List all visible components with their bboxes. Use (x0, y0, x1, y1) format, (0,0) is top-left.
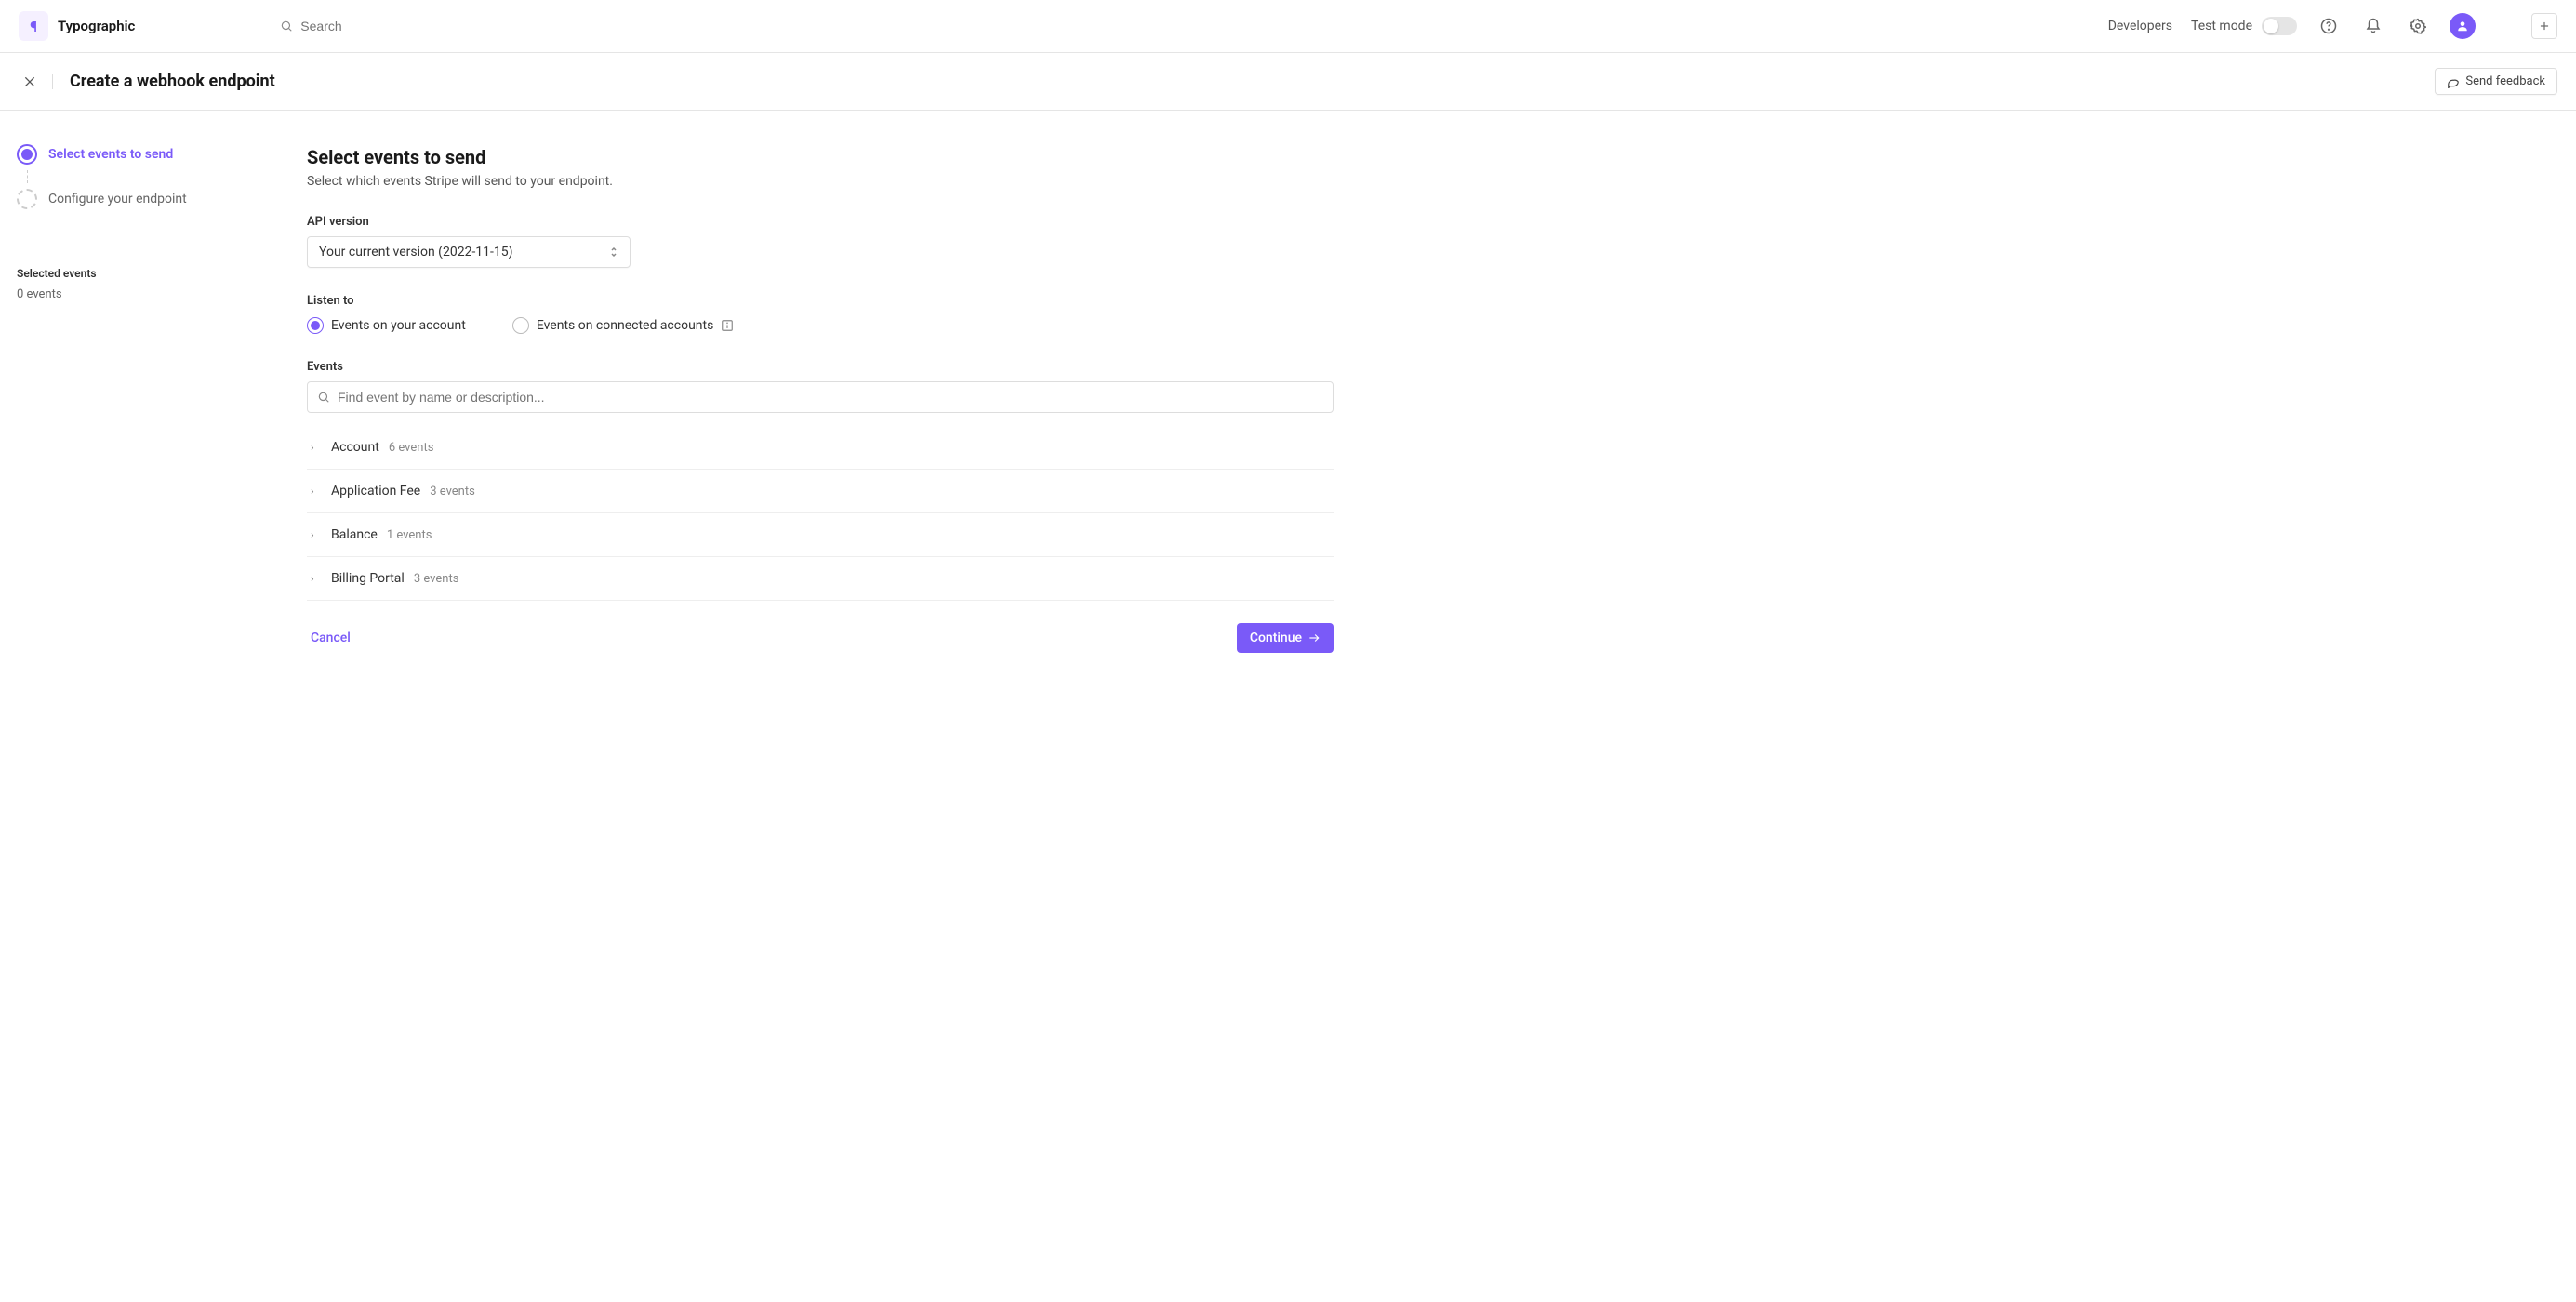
chat-icon (2447, 75, 2460, 88)
search-icon (317, 391, 330, 404)
test-mode-label: Test mode (2191, 19, 2252, 33)
api-version-label: API version (307, 215, 1334, 229)
radio-events-on-connected[interactable]: Events on connected accounts (512, 317, 735, 334)
event-group-name: Account (331, 440, 379, 455)
brand[interactable]: ¶ Typographic (19, 11, 135, 41)
brand-logo-icon: ¶ (19, 11, 48, 41)
close-button[interactable] (19, 74, 53, 89)
event-group-list: › Account 6 events › Application Fee 3 e… (307, 426, 1334, 601)
event-group-name: Billing Portal (331, 571, 405, 586)
continue-label: Continue (1250, 631, 1302, 645)
feedback-label: Send feedback (2465, 74, 2545, 88)
sub-header: Create a webhook endpoint Send feedback (0, 53, 2576, 111)
search-icon (280, 20, 293, 33)
developers-link[interactable]: Developers (2108, 19, 2172, 33)
radio-events-on-account[interactable]: Events on your account (307, 317, 466, 334)
event-group-row[interactable]: › Application Fee 3 events (307, 470, 1334, 513)
radio-label: Events on connected accounts (537, 318, 714, 333)
toggle-switch[interactable] (2262, 17, 2297, 35)
close-icon (22, 74, 37, 89)
step-indicator-pending-icon (17, 189, 37, 209)
step-configure-endpoint[interactable]: Configure your endpoint (17, 183, 273, 215)
brand-name: Typographic (58, 18, 135, 34)
chevron-updown-icon (609, 246, 618, 259)
chevron-right-icon: › (311, 441, 322, 454)
sidebar: Select events to send Configure your end… (0, 111, 290, 681)
chevron-right-icon: › (311, 485, 322, 498)
gear-icon (2410, 18, 2426, 34)
section-title: Select events to send (307, 146, 1334, 168)
api-version-value: Your current version (2022-11-15) (319, 245, 513, 259)
settings-button[interactable] (2405, 13, 2431, 39)
selected-events-count: 0 events (17, 287, 273, 301)
main-layout: Select events to send Configure your end… (0, 111, 2576, 681)
search-input[interactable] (300, 19, 469, 33)
events-search-input[interactable] (338, 390, 1323, 405)
chevron-right-icon: › (311, 528, 322, 541)
info-icon[interactable] (721, 319, 734, 332)
step-label: Configure your endpoint (48, 192, 187, 206)
form-footer: Cancel Continue (307, 623, 1334, 653)
listen-to-radio-group: Events on your account Events on connect… (307, 317, 1334, 334)
event-group-count: 3 events (430, 485, 475, 498)
listen-to-label: Listen to (307, 294, 1334, 308)
radio-unchecked-icon (512, 317, 529, 334)
step-indicator-active-icon (17, 144, 37, 165)
event-group-count: 6 events (389, 441, 434, 455)
events-label: Events (307, 360, 1334, 374)
selected-events-heading: Selected events (17, 267, 273, 280)
page-title: Create a webhook endpoint (70, 72, 275, 91)
section-subtitle: Select which events Stripe will send to … (307, 174, 1334, 189)
event-group-row[interactable]: › Billing Portal 3 events (307, 557, 1334, 601)
global-search[interactable] (280, 19, 2092, 33)
events-search[interactable] (307, 381, 1334, 413)
help-icon (2320, 18, 2337, 34)
event-group-name: Application Fee (331, 484, 420, 498)
test-mode-toggle[interactable]: Test mode (2191, 17, 2297, 35)
radio-label: Events on your account (331, 318, 466, 333)
continue-button[interactable]: Continue (1237, 623, 1334, 653)
person-icon (2456, 20, 2469, 33)
arrow-right-icon (1308, 631, 1321, 644)
content: Select events to send Select which event… (290, 111, 1350, 681)
help-button[interactable] (2316, 13, 2342, 39)
cancel-button[interactable]: Cancel (307, 623, 354, 653)
user-avatar[interactable] (2450, 13, 2476, 39)
radio-checked-icon (307, 317, 324, 334)
chevron-right-icon: › (311, 572, 322, 585)
plus-icon (2538, 20, 2551, 33)
bell-icon (2365, 18, 2382, 34)
add-button[interactable] (2531, 13, 2557, 39)
notifications-button[interactable] (2360, 13, 2386, 39)
top-header: ¶ Typographic Developers Test mode (0, 0, 2576, 53)
api-version-select[interactable]: Your current version (2022-11-15) (307, 236, 631, 268)
event-group-count: 3 events (414, 572, 459, 586)
step-select-events[interactable]: Select events to send (17, 139, 273, 170)
event-group-name: Balance (331, 527, 378, 542)
header-right: Developers Test mode (2108, 13, 2557, 39)
event-group-row[interactable]: › Account 6 events (307, 426, 1334, 470)
send-feedback-button[interactable]: Send feedback (2435, 68, 2557, 95)
step-connector (27, 170, 28, 183)
step-label: Select events to send (48, 147, 173, 162)
event-group-row[interactable]: › Balance 1 events (307, 513, 1334, 557)
event-group-count: 1 events (387, 528, 432, 542)
